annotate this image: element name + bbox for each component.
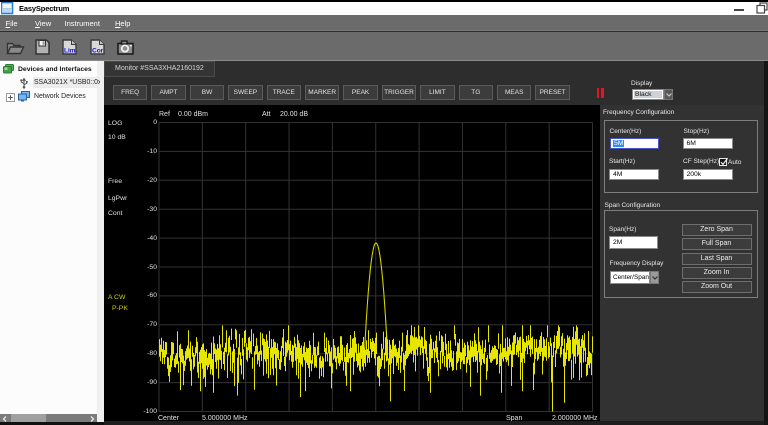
- svg-text:Cor: Cor: [92, 48, 104, 55]
- svg-text:Lim: Lim: [64, 48, 76, 55]
